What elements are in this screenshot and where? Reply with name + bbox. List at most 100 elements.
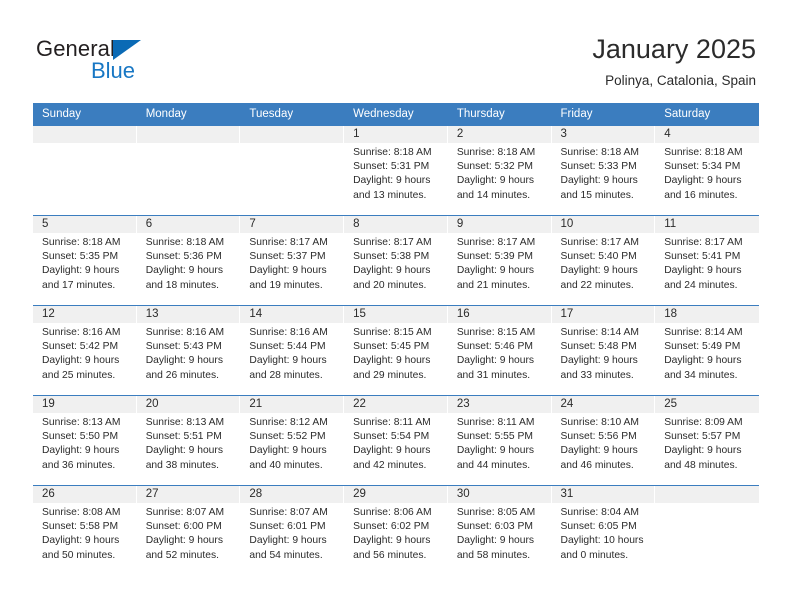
day-number-10[interactable]: 10: [551, 216, 656, 233]
day-number-9[interactable]: 9: [447, 216, 552, 233]
week-body-band: Sunrise: 8:16 AM Sunset: 5:42 PM Daylight:…: [33, 323, 759, 395]
day-cell-28[interactable]: Sunrise: 8:07 AM Sunset: 6:01 PM Daylight:…: [240, 503, 345, 575]
day-number-8[interactable]: 8: [344, 216, 448, 233]
daylight-text: Daylight: 9 hours: [456, 355, 535, 367]
day-cell-5[interactable]: Sunrise: 8:18 AM Sunset: 5:35 PM Daylight:…: [33, 233, 137, 305]
day-cell-21[interactable]: Sunrise: 8:12 AM Sunset: 5:52 PM Daylight:…: [240, 413, 345, 485]
day-number-7[interactable]: 7: [240, 216, 345, 233]
daylight-text-cont: and 20 minutes.: [353, 279, 427, 291]
day-cell-22[interactable]: Sunrise: 8:11 AM Sunset: 5:54 PM Daylight:…: [344, 413, 448, 485]
day-cell-8[interactable]: Sunrise: 8:17 AM Sunset: 5:38 PM Daylight:…: [344, 233, 448, 305]
week-date-band: 1234: [33, 126, 759, 143]
day-number-11[interactable]: 11: [655, 216, 759, 233]
day-number-empty: [655, 486, 759, 503]
day-number-18[interactable]: 18: [655, 306, 759, 323]
day-number-25[interactable]: 25: [655, 396, 759, 413]
week-date-band: 12 13 14 15 16 17 18: [33, 306, 759, 323]
day-cell-18[interactable]: Sunrise: 8:14 AM Sunset: 5:49 PM Daylight:…: [655, 323, 759, 395]
general-blue-logo[interactable]: General Blue: [36, 36, 236, 88]
day-number-23[interactable]: 23: [447, 396, 552, 413]
day-cell-empty: [136, 143, 241, 215]
day-cell-17[interactable]: Sunrise: 8:14 AM Sunset: 5:48 PM Daylight:…: [551, 323, 656, 395]
sunset-text: Sunset: 5:49 PM: [664, 341, 741, 353]
day-number-26[interactable]: 26: [33, 486, 137, 503]
day-number-16[interactable]: 16: [447, 306, 552, 323]
daylight-text-cont: and 50 minutes.: [42, 549, 116, 561]
daylight-text: Daylight: 9 hours: [249, 265, 327, 277]
day-number-24[interactable]: 24: [551, 396, 656, 413]
daylight-text-cont: and 54 minutes.: [249, 549, 323, 561]
daylight-text-cont: and 25 minutes.: [42, 369, 116, 381]
weekday-header-thursday: Thursday: [456, 108, 505, 120]
daylight-text: Daylight: 9 hours: [145, 355, 223, 367]
day-number-2[interactable]: 2: [447, 126, 552, 143]
sunrise-text: Sunrise: 8:15 AM: [456, 327, 536, 338]
day-number-19[interactable]: 19: [33, 396, 137, 413]
daylight-text-cont: and 36 minutes.: [42, 459, 116, 471]
day-cell-25[interactable]: Sunrise: 8:09 AM Sunset: 5:57 PM Daylight:…: [655, 413, 759, 485]
day-number-28[interactable]: 28: [240, 486, 345, 503]
sunrise-text: Sunrise: 8:11 AM: [353, 417, 431, 428]
day-cell-14[interactable]: Sunrise: 8:16 AM Sunset: 5:44 PM Daylight:…: [240, 323, 345, 395]
day-number-3[interactable]: 3: [551, 126, 656, 143]
day-cell-10[interactable]: Sunrise: 8:17 AM Sunset: 5:40 PM Daylight:…: [551, 233, 656, 305]
day-number-30[interactable]: 30: [447, 486, 552, 503]
sunset-text: Sunset: 5:42 PM: [42, 341, 119, 353]
calendar-week-row: 12 13 14 15 16 17 18 Sunrise: 8:16 AM Sunset: 5:…: [33, 305, 759, 395]
day-cell-24[interactable]: Sunrise: 8:10 AM Sunset: 5:56 PM Daylight:…: [551, 413, 656, 485]
day-number-27[interactable]: 27: [136, 486, 241, 503]
day-number-1[interactable]: 1: [344, 126, 448, 143]
day-cell-4[interactable]: Sunrise: 8:18 AM Sunset: 5:34 PM Daylight:…: [655, 143, 759, 215]
daylight-text: Daylight: 9 hours: [560, 355, 638, 367]
weekday-header-friday: Friday: [560, 108, 593, 120]
daylight-text: Daylight: 9 hours: [456, 175, 535, 187]
day-cell-11[interactable]: Sunrise: 8:17 AM Sunset: 5:41 PM Daylight:…: [655, 233, 759, 305]
daylight-text: Daylight: 9 hours: [353, 355, 431, 367]
day-number-13[interactable]: 13: [136, 306, 241, 323]
day-number-29[interactable]: 29: [344, 486, 448, 503]
day-number-12[interactable]: 12: [33, 306, 137, 323]
daylight-text: Daylight: 9 hours: [249, 445, 327, 457]
day-number-15[interactable]: 15: [344, 306, 448, 323]
day-cell-9[interactable]: Sunrise: 8:17 AM Sunset: 5:39 PM Daylight:…: [447, 233, 552, 305]
day-number-20[interactable]: 20: [136, 396, 241, 413]
day-cell-30[interactable]: Sunrise: 8:05 AM Sunset: 6:03 PM Daylight:…: [447, 503, 552, 575]
day-cell-7[interactable]: Sunrise: 8:17 AM Sunset: 5:37 PM Daylight:…: [240, 233, 345, 305]
day-number-22[interactable]: 22: [344, 396, 448, 413]
day-cell-1[interactable]: Sunrise: 8:18 AM Sunset: 5:31 PM Daylight:…: [344, 143, 448, 215]
day-cell-31[interactable]: Sunrise: 8:04 AM Sunset: 6:05 PM Daylight:…: [551, 503, 656, 575]
day-cell-20[interactable]: Sunrise: 8:13 AM Sunset: 5:51 PM Daylight:…: [136, 413, 241, 485]
week-body-band: Sunrise: 8:18 AM Sunset: 5:31 PM Daylight:…: [33, 143, 759, 215]
day-number-21[interactable]: 21: [240, 396, 345, 413]
day-cell-12[interactable]: Sunrise: 8:16 AM Sunset: 5:42 PM Daylight:…: [33, 323, 137, 395]
day-number-6[interactable]: 6: [136, 216, 241, 233]
sunset-text: Sunset: 5:54 PM: [353, 431, 430, 443]
day-cell-29[interactable]: Sunrise: 8:06 AM Sunset: 6:02 PM Daylight:…: [344, 503, 448, 575]
sunset-text: Sunset: 6:02 PM: [353, 521, 430, 533]
day-number-5[interactable]: 5: [33, 216, 137, 233]
day-cell-16[interactable]: Sunrise: 8:15 AM Sunset: 5:46 PM Daylight:…: [447, 323, 552, 395]
day-cell-19[interactable]: Sunrise: 8:13 AM Sunset: 5:50 PM Daylight:…: [33, 413, 137, 485]
day-cell-15[interactable]: Sunrise: 8:15 AM Sunset: 5:45 PM Daylight:…: [344, 323, 448, 395]
daylight-text: Daylight: 9 hours: [456, 445, 535, 457]
day-number-14[interactable]: 14: [240, 306, 345, 323]
day-cell-26[interactable]: Sunrise: 8:08 AM Sunset: 5:58 PM Daylight:…: [33, 503, 137, 575]
daylight-text-cont: and 58 minutes.: [456, 549, 531, 561]
day-cell-6[interactable]: Sunrise: 8:18 AM Sunset: 5:36 PM Daylight:…: [136, 233, 241, 305]
sunset-text: Sunset: 5:33 PM: [560, 161, 637, 173]
calendar-page: General Blue January 2025 Polinya, Catal…: [0, 0, 792, 612]
day-number-4[interactable]: 4: [655, 126, 759, 143]
day-number-empty: [240, 126, 345, 143]
daylight-text: Daylight: 9 hours: [456, 535, 535, 547]
sunset-text: Sunset: 5:37 PM: [249, 251, 326, 263]
day-number-31[interactable]: 31: [551, 486, 656, 503]
day-cell-13[interactable]: Sunrise: 8:16 AM Sunset: 5:43 PM Daylight:…: [136, 323, 241, 395]
day-cell-27[interactable]: Sunrise: 8:07 AM Sunset: 6:00 PM Daylight:…: [136, 503, 241, 575]
day-number-17[interactable]: 17: [551, 306, 656, 323]
calendar-week-row: 1 2 3 4 Sunrise: 8:18 AM Sunset: 5:31 PM Dayli…: [33, 126, 759, 215]
day-cell-2[interactable]: Sunrise: 8:18 AM Sunset: 5:32 PM Daylight:…: [447, 143, 552, 215]
day-cell-23[interactable]: Sunrise: 8:11 AM Sunset: 5:55 PM Daylight:…: [447, 413, 552, 485]
weekday-header-tuesday: Tuesday: [249, 108, 294, 120]
daylight-text: Daylight: 9 hours: [664, 175, 742, 187]
day-cell-3[interactable]: Sunrise: 8:18 AM Sunset: 5:33 PM Daylight:…: [551, 143, 656, 215]
